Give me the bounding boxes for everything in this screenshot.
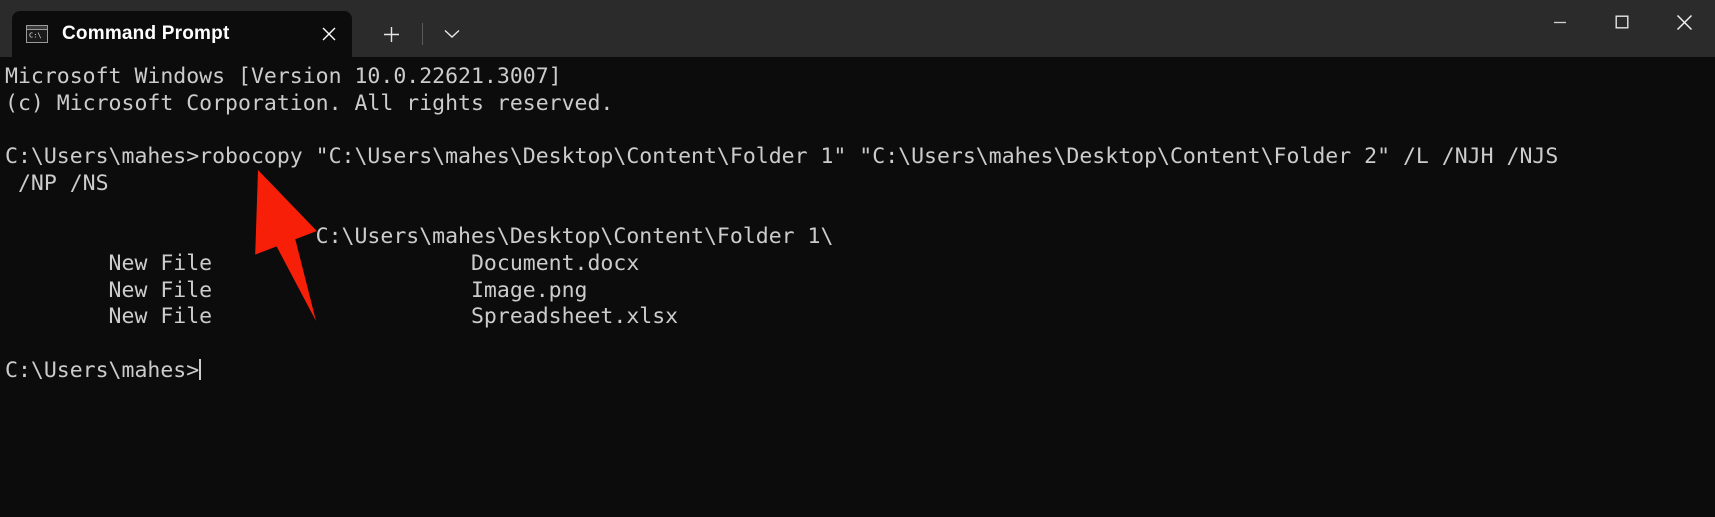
prompt-text: C:\Users\mahes> (5, 357, 200, 383)
terminal-line-file-entry: New File Image.png (5, 277, 588, 303)
command-prompt-window: C:\ Command Prompt Microsoft Windows [Ve… (0, 0, 1715, 517)
tab-command-prompt[interactable]: C:\ Command Prompt (12, 11, 352, 57)
svg-text:C:\: C:\ (29, 32, 42, 40)
window-controls (1529, 0, 1715, 57)
close-tab-icon[interactable] (314, 19, 344, 49)
new-tab-button[interactable] (372, 15, 410, 53)
tab-title: Command Prompt (62, 23, 230, 44)
terminal-line-command: C:\Users\mahes>robocopy "C:\Users\mahes\… (5, 144, 1559, 170)
chevron-down-icon (444, 29, 460, 38)
text-cursor (199, 358, 202, 380)
maximize-icon (1615, 15, 1629, 29)
plus-icon (383, 26, 399, 42)
console-icon: C:\ (26, 25, 48, 43)
terminal-line-file-entry: New File Document.docx (5, 250, 640, 276)
terminal-line-command-wrap: /NP /NS (5, 170, 109, 196)
terminal-line: Microsoft Windows [Version 10.0.22621.30… (5, 64, 562, 89)
close-window-button[interactable] (1653, 0, 1715, 44)
tab-dropdown-button[interactable] (433, 15, 471, 53)
terminal-line: (c) Microsoft Corporation. All rights re… (5, 90, 614, 116)
minimize-icon (1554, 21, 1566, 24)
close-icon (1676, 14, 1692, 30)
title-bar: C:\ Command Prompt (0, 0, 1715, 57)
terminal-prompt-line: C:\Users\mahes> (5, 358, 1715, 385)
terminal-output[interactable]: Microsoft Windows [Version 10.0.22621.30… (0, 57, 1715, 517)
maximize-button[interactable] (1591, 0, 1653, 44)
terminal-line-source-path: C:\Users\mahes\Desktop\Content\Folder 1\ (5, 224, 834, 250)
terminal-line-file-entry: New File Spreadsheet.xlsx (5, 304, 679, 330)
tab-strip: C:\ Command Prompt (0, 0, 1529, 57)
minimize-button[interactable] (1529, 0, 1591, 44)
tab-strip-divider (422, 23, 423, 45)
